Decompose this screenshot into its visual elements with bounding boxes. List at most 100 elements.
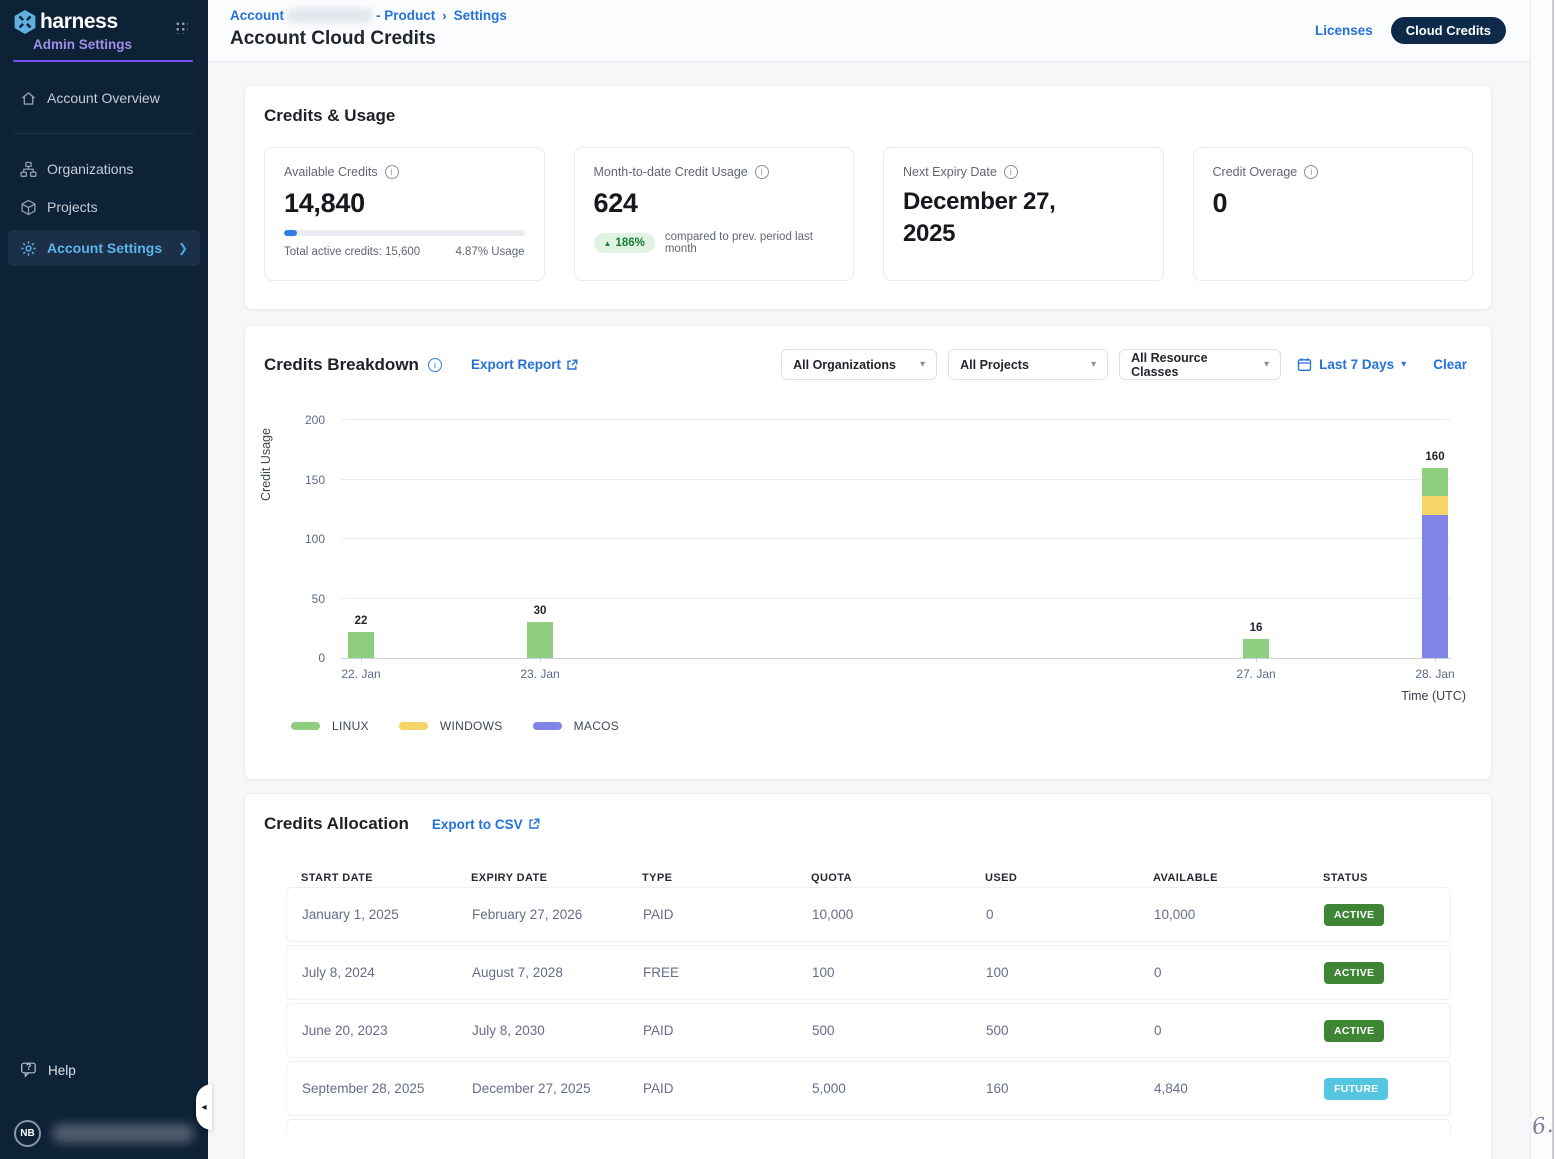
help-button[interactable]: Help [0,1053,208,1087]
calendar-icon [1297,357,1312,372]
cloud-credits-button[interactable]: Cloud Credits [1391,17,1506,44]
col-available: AVAILABLE [1153,872,1323,884]
mtd-usage-label: Month-to-date Credit Usage [594,165,748,179]
delta-note: compared to prev. period last month [665,231,834,255]
col-status: STATUS [1323,872,1451,884]
export-csv-link[interactable]: Export to CSV [432,817,540,832]
chart-legend: LINUX WINDOWS MACOS [291,719,619,733]
total-active-credits: Total active credits: 15,600 [284,246,420,258]
mtd-usage-card: Month-to-date Credit Usage i 624 ▲ 186% … [574,147,855,281]
info-icon[interactable]: i [1004,165,1018,179]
home-icon [20,90,37,107]
table-row: July 8, 2024 August 7, 2028 FREE 100 100… [286,945,1451,1000]
collapse-arrow-icon: ◂ [201,1102,206,1113]
status-badge: ACTIVE [1324,904,1384,926]
breadcrumb-account-link[interactable]: Account - Product [230,8,435,23]
credits-allocation-title: Credits Allocation [264,814,409,834]
info-icon[interactable]: i [1304,165,1318,179]
credits-usage-section: Credits & Usage Available Credits i 14,8… [244,85,1492,310]
table-row-partial [286,1119,1451,1133]
external-link-icon [528,818,540,830]
gear-icon [20,240,37,257]
table-row: January 1, 2025 February 27, 2026 PAID 1… [286,887,1451,942]
sidebar-item-organizations[interactable]: Organizations [0,150,208,188]
legend-item-macos[interactable]: MACOS [533,719,620,733]
sidebar-item-account-overview[interactable]: Account Overview [0,79,208,117]
available-credits-value: 14,840 [284,188,525,219]
help-label: Help [48,1063,76,1078]
sidebar: harness Admin Settings Account Overview [0,0,208,1159]
next-expiry-label: Next Expiry Date [903,165,997,179]
avatar[interactable]: NB [14,1120,41,1147]
chevron-down-icon: ▾ [920,359,925,370]
sidebar-item-label: Account Settings [47,240,162,256]
handwritten-annotation: 6. [1530,1113,1554,1141]
legend-swatch-windows [399,722,428,730]
credit-overage-label: Credit Overage [1213,165,1298,179]
app-window: harness Admin Settings Account Overview [0,0,1556,1159]
allocation-header: Credits Allocation Export to CSV [245,794,1491,834]
sidebar-divider [14,133,194,134]
credits-breakdown-title: Credits Breakdown [264,355,419,375]
main-area: Account - Product › Settings Account Clo… [208,0,1530,1159]
resource-classes-filter[interactable]: All Resource Classes ▾ [1119,349,1281,380]
next-expiry-value: December 27, 2025 [903,186,1113,250]
clear-filters-link[interactable]: Clear [1433,357,1467,372]
sidebar-item-label: Account Overview [47,90,160,106]
chevron-down-icon: ▾ [1264,359,1269,370]
credits-breakdown-section: Credits Breakdown i Export Report [244,325,1492,780]
sidebar-subtitle: Admin Settings [33,37,194,52]
info-icon[interactable]: i [755,165,769,179]
brand-name: harness [40,10,118,34]
page-content: Credits & Usage Available Credits i 14,8… [208,62,1530,1159]
legend-swatch-macos [533,722,562,730]
header-actions: Licenses Cloud Credits [1315,17,1506,44]
chevron-down-icon: ▾ [1091,359,1096,370]
chart-y-labels: 050100150200 [285,421,325,658]
breakdown-header: Credits Breakdown i Export Report [245,326,1491,380]
organizations-filter[interactable]: All Organizations ▾ [781,349,937,380]
sidebar-item-label: Projects [47,199,98,215]
breadcrumb-settings-link[interactable]: Settings [454,8,507,23]
projects-filter[interactable]: All Projects ▾ [948,349,1108,380]
col-start-date: START DATE [301,872,471,884]
cube-icon [20,199,37,216]
table-row: September 28, 2025 December 27, 2025 PAI… [286,1061,1451,1116]
col-type: TYPE [642,872,811,884]
chart-x-axis-title: Time (UTC) [1401,689,1466,703]
info-icon[interactable]: i [428,358,442,372]
date-range-filter[interactable]: Last 7 Days ▾ [1297,357,1406,372]
export-report-link[interactable]: Export Report [471,357,578,372]
chart-filters: All Organizations ▾ All Projects ▾ All R… [781,349,1467,380]
chart-y-axis-title: Credit Usage [259,417,273,513]
page-title: Account Cloud Credits [230,28,436,50]
sidebar-item-projects[interactable]: Projects [0,188,208,226]
sidebar-nav: Account Overview Organizations [0,79,208,266]
col-quota: QUOTA [811,872,985,884]
redacted-username [52,1124,194,1143]
info-icon[interactable]: i [385,165,399,179]
breadcrumb: Account - Product › Settings [230,8,507,23]
table-header-row: START DATE EXPIRY DATE TYPE QUOTA USED A… [286,872,1451,884]
external-link-icon [566,359,578,371]
col-expiry-date: EXPIRY DATE [471,872,642,884]
harness-logo[interactable]: harness [12,9,194,35]
legend-item-linux[interactable]: LINUX [291,719,369,733]
allocation-table: START DATE EXPIRY DATE TYPE QUOTA USED A… [286,872,1451,1133]
sidebar-item-label: Organizations [47,161,133,177]
delta-badge: ▲ 186% [594,233,655,253]
scrollbar[interactable] [1530,0,1556,1159]
sidebar-item-account-settings[interactable]: Account Settings ❯ [8,230,200,266]
help-chat-icon [20,1062,39,1078]
module-grid-icon[interactable] [175,21,188,34]
sidebar-collapse-handle[interactable]: ◂ [196,1084,212,1130]
credits-allocation-section: Credits Allocation Export to CSV START D… [244,793,1492,1159]
org-chart-icon [20,161,37,178]
mtd-usage-value: 624 [594,188,835,219]
credit-overage-card: Credit Overage i 0 [1193,147,1474,281]
legend-item-windows[interactable]: WINDOWS [399,719,503,733]
status-badge: ACTIVE [1324,962,1384,984]
sidebar-header: harness Admin Settings [0,0,208,62]
licenses-link[interactable]: Licenses [1315,23,1373,38]
caret-down-icon: ▾ [1401,359,1406,370]
